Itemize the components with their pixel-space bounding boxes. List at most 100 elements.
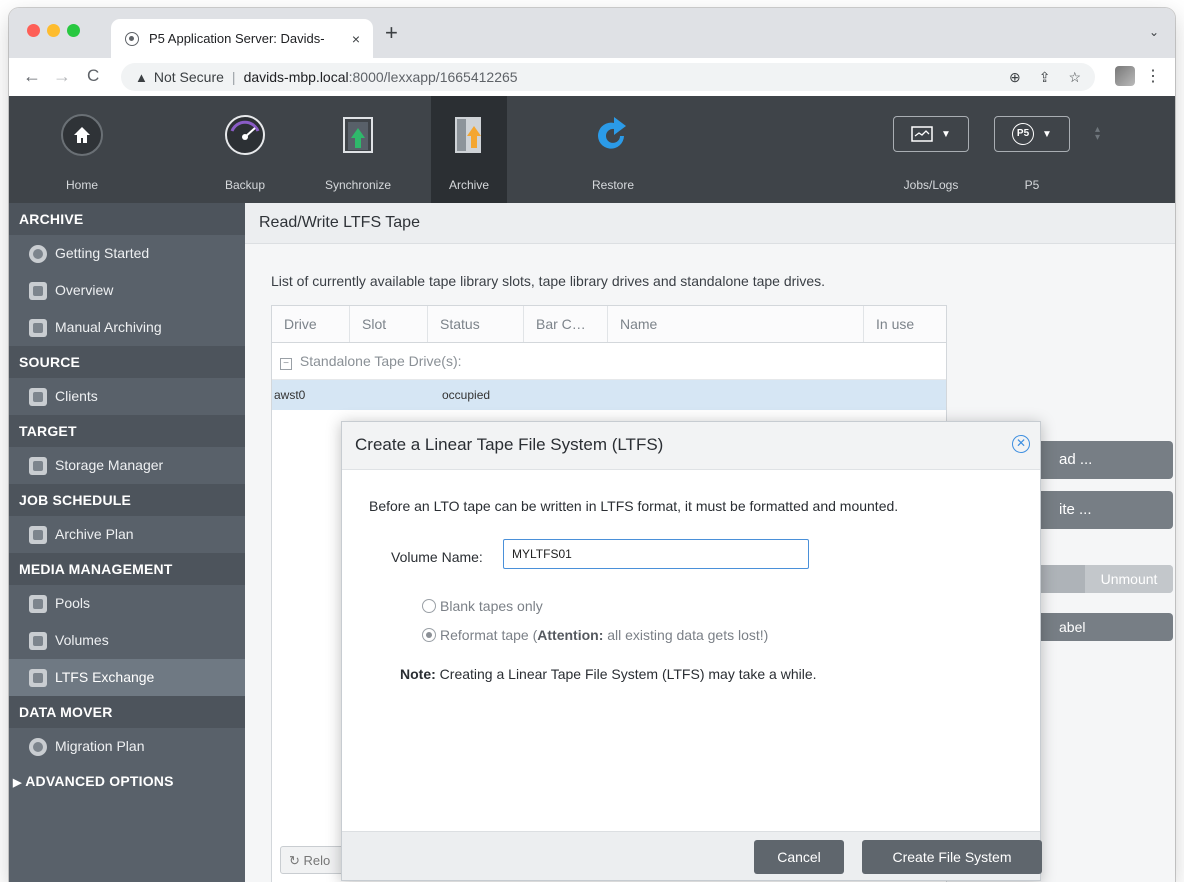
- page-title: Read/Write LTFS Tape: [245, 203, 1175, 244]
- group-row-standalone[interactable]: − Standalone Tape Drive(s):: [272, 343, 946, 380]
- sidebar: ARCHIVE Getting Started Overview Manual …: [9, 203, 245, 882]
- home-icon: [61, 114, 103, 156]
- tab-search-icon[interactable]: ⌄: [1149, 25, 1159, 39]
- nav-restore[interactable]: Restore: [575, 96, 651, 203]
- sidebar-item-archive-plan[interactable]: Archive Plan: [9, 516, 245, 553]
- unmount-button[interactable]: Unmount: [1085, 565, 1173, 593]
- radio-blank-tapes[interactable]: [422, 599, 436, 613]
- url-path: :8000/lexxapp/1665412265: [348, 69, 518, 85]
- sidebar-item-ltfs-exchange[interactable]: LTFS Exchange: [9, 659, 245, 696]
- minimize-window-button[interactable]: [47, 24, 60, 37]
- sidebar-item-label: Archive Plan: [55, 526, 134, 542]
- new-tab-icon[interactable]: +: [385, 22, 398, 44]
- sidebar-section-media-management: MEDIA MANAGEMENT: [9, 553, 245, 585]
- jobs-logs-dropdown[interactable]: ▼: [893, 116, 969, 152]
- sidebar-item-manual-archiving[interactable]: Manual Archiving: [9, 309, 245, 346]
- nav-home-label: Home: [65, 178, 98, 192]
- group-label: Standalone Tape Drive(s):: [299, 353, 462, 369]
- nav-archive[interactable]: Archive: [431, 96, 507, 203]
- column-in-use[interactable]: In use: [864, 306, 946, 342]
- column-slot[interactable]: Slot: [350, 306, 428, 342]
- create-file-system-button[interactable]: Create File System: [862, 840, 1042, 874]
- chevron-down-icon: ▼: [1042, 128, 1052, 140]
- close-window-button[interactable]: [27, 24, 40, 37]
- column-status[interactable]: Status: [428, 306, 524, 342]
- bookmark-star-icon[interactable]: ☆: [1068, 69, 1081, 86]
- option-reformat-tape[interactable]: Reformat tape (Attention: all existing d…: [422, 627, 768, 643]
- nav-backup[interactable]: Backup: [207, 96, 283, 203]
- address-bar-actions: ⊕ ⇪ ☆: [1009, 69, 1081, 86]
- reload-icon: ↻: [289, 853, 300, 868]
- sidebar-item-label: Migration Plan: [55, 738, 145, 754]
- nav-synchronize[interactable]: Synchronize: [320, 96, 396, 203]
- forward-icon[interactable]: →: [53, 65, 71, 87]
- header-overflow-icon[interactable]: ▴ ▾: [1095, 125, 1100, 143]
- collapse-box-icon[interactable]: −: [280, 358, 292, 370]
- sidebar-advanced-options[interactable]: ▶ ADVANCED OPTIONS: [9, 765, 245, 797]
- radio-reformat-tape[interactable]: [422, 628, 436, 642]
- dialog-note: Note: Creating a Linear Tape File System…: [400, 666, 817, 682]
- caret-right-icon: ▶: [13, 777, 22, 789]
- page-description: List of currently available tape library…: [271, 273, 826, 289]
- option-blank-tapes[interactable]: Blank tapes only: [422, 598, 543, 614]
- volumes-icon: [29, 631, 47, 650]
- synchronize-icon: [337, 114, 379, 156]
- sidebar-item-label: Manual Archiving: [55, 319, 162, 335]
- url-host: davids-mbp.local: [243, 69, 349, 85]
- backup-gauge-icon: [224, 114, 266, 156]
- reload-button[interactable]: ↻ Relo: [280, 846, 346, 874]
- mount-button[interactable]: [1035, 565, 1085, 593]
- sidebar-item-clients[interactable]: Clients: [9, 378, 245, 415]
- sidebar-item-pools[interactable]: Pools: [9, 585, 245, 622]
- close-icon[interactable]: ✕: [1012, 435, 1030, 453]
- share-icon[interactable]: ⇪: [1039, 69, 1051, 86]
- dialog-title: Create a Linear Tape File System (LTFS): [355, 435, 664, 454]
- volume-name-label: Volume Name:: [391, 549, 483, 565]
- volume-name-input[interactable]: [503, 539, 809, 569]
- dialog-header: Create a Linear Tape File System (LTFS) …: [342, 422, 1040, 470]
- dialog-footer: Cancel Create File System: [342, 831, 1042, 880]
- back-icon[interactable]: ←: [23, 65, 41, 87]
- getting-started-icon: [29, 244, 47, 263]
- reload-icon[interactable]: C: [87, 65, 99, 87]
- p5-logo-icon: P5: [1012, 123, 1035, 145]
- column-drive[interactable]: Drive: [272, 306, 350, 342]
- sidebar-item-label: Clients: [55, 388, 98, 404]
- browser-menu-icon[interactable]: ⋮: [1145, 66, 1161, 86]
- sidebar-item-label: Getting Started: [55, 245, 150, 261]
- extension-icon[interactable]: [1115, 66, 1135, 86]
- url-separator: |: [231, 69, 236, 85]
- cell-drive: awst0: [274, 388, 306, 402]
- sidebar-item-overview[interactable]: Overview: [9, 272, 245, 309]
- column-name[interactable]: Name: [608, 306, 864, 342]
- jobs-logs-label: Jobs/Logs: [903, 178, 959, 192]
- browser-tab[interactable]: P5 Application Server: Davids- ×: [111, 19, 373, 58]
- browser-toolbar: ← → C ▲ Not Secure | davids-mbp.local:80…: [9, 58, 1175, 97]
- address-bar[interactable]: ▲ Not Secure | davids-mbp.local:8000/lex…: [121, 63, 1095, 91]
- nav-home[interactable]: Home: [44, 96, 120, 203]
- sidebar-item-getting-started[interactable]: Getting Started: [9, 235, 245, 272]
- sidebar-item-migration-plan[interactable]: Migration Plan: [9, 728, 245, 765]
- archive-icon: [448, 114, 490, 156]
- cancel-button[interactable]: Cancel: [754, 840, 844, 874]
- tab-close-icon[interactable]: ×: [345, 31, 367, 47]
- option-reformat-label: Reformat tape (Attention: all existing d…: [440, 627, 768, 643]
- security-status: Not Secure: [153, 69, 224, 85]
- sidebar-item-label: Pools: [55, 595, 91, 611]
- table-row[interactable]: awst0 occupied: [272, 380, 946, 410]
- create-ltfs-dialog: Create a Linear Tape File System (LTFS) …: [341, 421, 1042, 881]
- sidebar-section-target: TARGET: [9, 415, 245, 447]
- sidebar-item-volumes[interactable]: Volumes: [9, 622, 245, 659]
- monitor-chart-icon: [911, 126, 933, 142]
- sidebar-item-label: Volumes: [55, 632, 109, 648]
- write-button[interactable]: ite ...: [1035, 491, 1173, 529]
- zoom-window-button[interactable]: [67, 24, 80, 37]
- zoom-icon[interactable]: ⊕: [1009, 69, 1021, 86]
- sidebar-item-storage-manager[interactable]: Storage Manager: [9, 447, 245, 484]
- read-button[interactable]: ad ...: [1035, 441, 1173, 479]
- label-button[interactable]: abel: [1035, 613, 1173, 641]
- p5-dropdown[interactable]: P5 ▼: [994, 116, 1070, 152]
- sidebar-item-label: Storage Manager: [55, 457, 164, 473]
- column-barcode[interactable]: Bar C…: [524, 306, 608, 342]
- restore-icon: [592, 114, 634, 156]
